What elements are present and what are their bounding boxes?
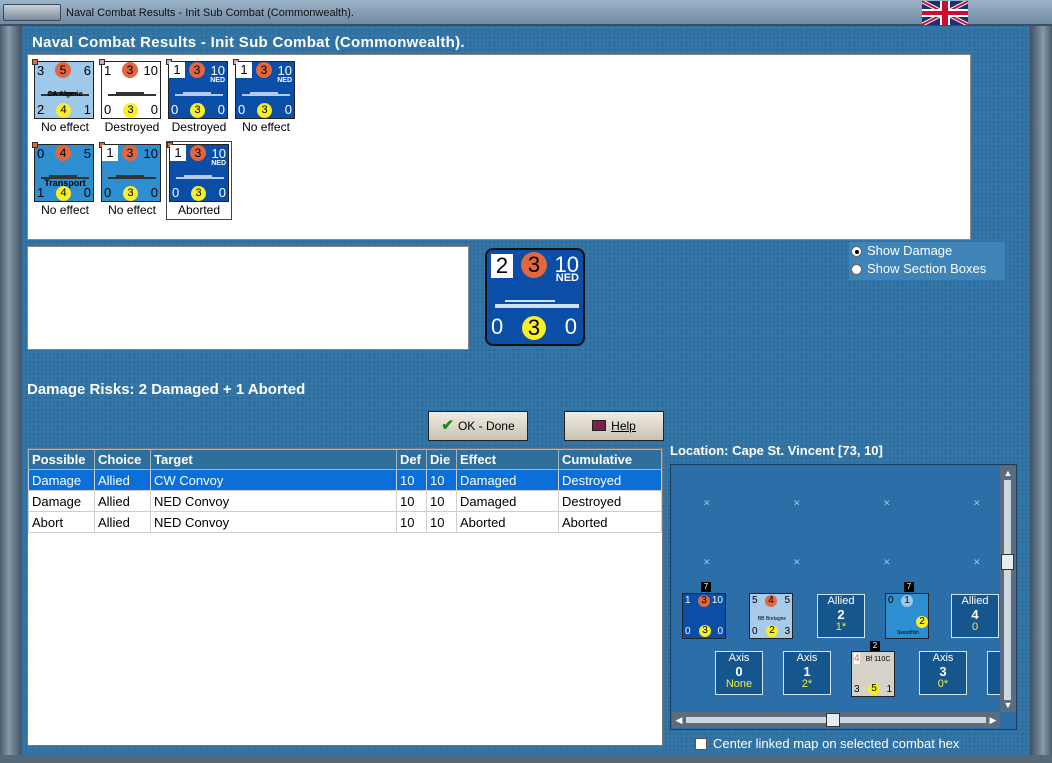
stack-count: 7 <box>904 582 914 592</box>
scroll-left-icon[interactable]: ◀ <box>673 714 685 726</box>
axis-section-box[interactable]: Axis 0 None <box>715 651 763 695</box>
table-row[interactable]: Damage Allied NED Convoy 10 10 Damaged Destroy… <box>28 490 662 512</box>
allied-section-box[interactable]: Allied 2 1* <box>817 594 865 638</box>
help-button[interactable]: Help <box>564 411 664 441</box>
window-frame-right <box>1030 26 1052 763</box>
scroll-right-icon[interactable]: ▶ <box>987 714 999 726</box>
checkbox-box[interactable] <box>695 738 707 750</box>
column-header[interactable]: Die <box>426 449 457 470</box>
show-damage-radio[interactable]: Show Damage <box>849 242 1005 260</box>
column-header[interactable]: Choice <box>94 449 151 470</box>
unit-card[interactable]: 356 CA Algerie 241 No effect <box>32 59 96 134</box>
column-header[interactable]: Cumulative <box>558 449 662 470</box>
unit-result: Aborted <box>177 203 221 217</box>
ok-done-button[interactable]: ✔ OK - Done <box>428 411 528 441</box>
damage-risks-summary: Damage Risks: 2 Damaged + 1 Aborted <box>27 381 306 398</box>
notes-panel <box>27 246 469 350</box>
help-book-icon <box>592 420 607 431</box>
unit-card[interactable]: 1 3 10 NED 030 No effect <box>233 59 297 134</box>
window-title: Naval Combat Results - Init Sub Combat (… <box>66 7 354 19</box>
table-row[interactable]: Abort Allied NED Convoy 10 10 Aborted Aborted <box>28 511 662 533</box>
scroll-down-icon[interactable]: ▼ <box>1002 699 1014 711</box>
map-unit-bb-bretagne[interactable]: 545 BB Bretagne 023 <box>749 593 793 639</box>
combat-results-table: Possible Choice Target Def Die Effect Cu… <box>27 448 663 746</box>
table-row[interactable]: Damage Allied CW Convoy 10 10 Damaged Destroye… <box>28 469 662 491</box>
column-header[interactable]: Effect <box>456 449 559 470</box>
map-unit-convoy[interactable]: 1 3 10 030 <box>682 593 726 639</box>
allied-section-box[interactable]: Allied 4 0 <box>951 594 999 638</box>
axis-section-box[interactable]: Axis 3 0* <box>919 651 967 695</box>
display-options: Show Damage Show Section Boxes <box>849 242 1005 280</box>
window-controls[interactable] <box>3 4 61 21</box>
window-frame-left <box>0 26 22 763</box>
show-section-boxes-radio[interactable]: Show Section Boxes <box>849 260 1005 278</box>
combat-hex-map[interactable]: ✕ ✕ ✕ ✕ ✕ ✕ ✕ ✕ 7 1 3 10 030 545 BB Bretagne 023… <box>670 464 1017 730</box>
unit-counter: 045 Transport 140 <box>32 142 94 202</box>
union-jack-flag-icon <box>922 1 968 25</box>
location-label: Location: Cape St. Vincent [73, 10] <box>670 443 883 458</box>
scroll-up-icon[interactable]: ▲ <box>1002 467 1014 479</box>
map-unit-swordfish[interactable]: 01 Swordfish 2 <box>885 593 929 639</box>
window-frame-bottom <box>0 755 1052 763</box>
stack-count: 2 <box>870 641 880 651</box>
unit-result: No effect <box>41 203 89 217</box>
unit-result: No effect <box>41 120 89 134</box>
map-vertical-scrollbar[interactable]: ▲ ▼ <box>1000 466 1016 712</box>
combat-results-panel: 356 CA Algerie 241 No effect 1 3 10 030 De… <box>27 54 971 240</box>
unit-counter: 356 CA Algerie 241 <box>32 59 94 119</box>
scroll-thumb[interactable] <box>826 713 840 727</box>
map-horizontal-scrollbar[interactable]: ◀ ▶ <box>672 712 1000 728</box>
axis-section-box[interactable]: Axis 1 2* <box>783 651 831 695</box>
unit-counter: 1 3 10 NED 030 <box>233 59 295 119</box>
unit-counter: 1 3 10 030 <box>99 59 161 119</box>
unit-card[interactable]: 045 Transport 140 No effect <box>32 142 96 217</box>
unit-result: Destroyed <box>171 120 227 134</box>
unit-result: No effect <box>108 203 156 217</box>
dialog-content: Naval Combat Results - Init Sub Combat (… <box>22 26 1030 755</box>
unit-result: No effect <box>242 120 290 134</box>
checkmark-icon: ✔ <box>441 417 454 434</box>
dialog-heading: Naval Combat Results - Init Sub Combat (… <box>32 34 465 51</box>
unit-counter: 1 3 10 030 <box>99 142 161 202</box>
unit-card-selected[interactable]: 1 3 10 NED 030 Aborted <box>166 141 232 220</box>
unit-counter: 1 3 10 NED 030 <box>167 142 229 202</box>
unit-counter: 1 3 10 NED 030 <box>166 59 228 119</box>
unit-card[interactable]: 1 3 10 030 No effect <box>99 142 163 217</box>
unit-card[interactable]: 1 3 10 NED 030 Destroyed <box>166 59 230 134</box>
center-linked-map-checkbox[interactable]: Center linked map on selected combat hex <box>695 736 959 751</box>
column-header[interactable]: Def <box>396 449 427 470</box>
scroll-thumb[interactable] <box>1001 554 1014 570</box>
title-bar: Naval Combat Results - Init Sub Combat (… <box>0 0 1052 26</box>
map-unit-bf110c[interactable]: 4 Bf 110C 351 <box>851 651 895 697</box>
unit-result: Destroyed <box>104 120 160 134</box>
column-header[interactable]: Target <box>150 449 397 470</box>
stack-count: 7 <box>701 582 711 592</box>
column-header[interactable]: Possible <box>28 449 95 470</box>
selected-unit-counter: 2 3 10 NED 0 3 0 <box>485 248 585 346</box>
unit-card[interactable]: 1 3 10 030 Destroyed <box>99 59 163 134</box>
